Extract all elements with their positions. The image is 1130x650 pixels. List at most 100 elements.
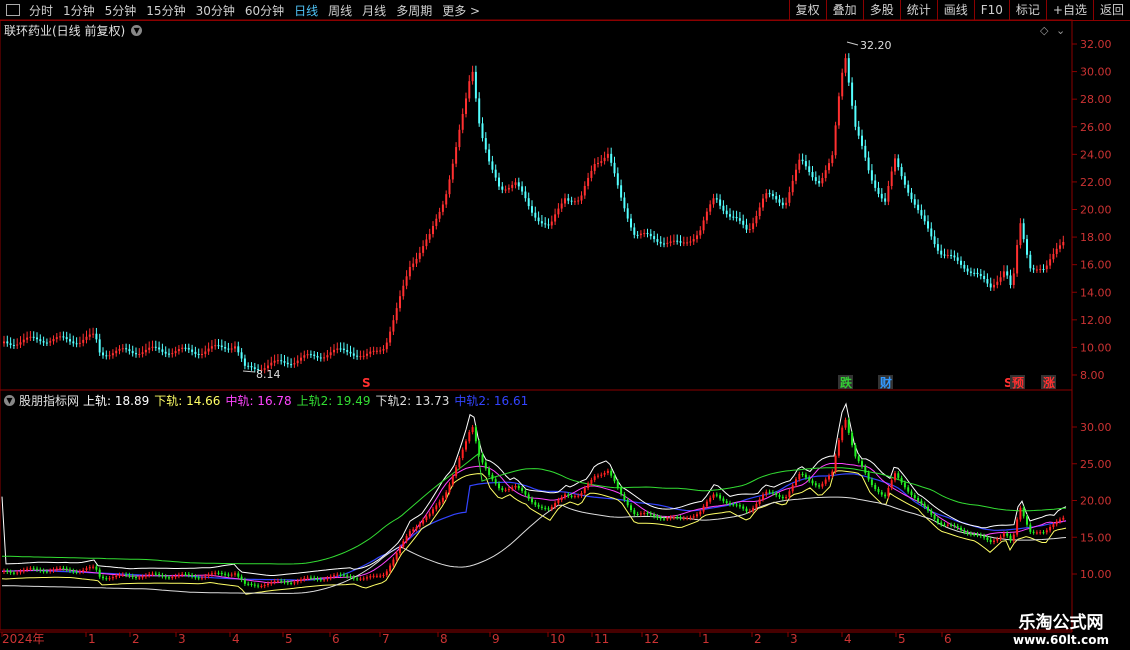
candle-body (85, 336, 88, 340)
signal-marker[interactable]: 跌 (838, 375, 853, 390)
candle-body (847, 58, 850, 83)
candle-body (537, 217, 540, 222)
svg-text:涨: 涨 (1043, 375, 1055, 390)
candle-body (804, 161, 807, 167)
candle-body (969, 271, 972, 273)
candle-body (128, 349, 131, 352)
x-axis-label: 2024年 (2, 632, 45, 646)
candle-body (867, 157, 870, 171)
candle-body (59, 336, 62, 338)
candle-body (768, 193, 771, 195)
candle-body (171, 353, 174, 355)
candle-body (458, 129, 461, 148)
indicator-pane-frame (0, 389, 1073, 631)
candle-body (976, 272, 979, 275)
candle-body (22, 339, 25, 343)
candle-body (936, 244, 939, 251)
candle-body (177, 349, 180, 352)
candle-body (960, 260, 962, 265)
signal-marker[interactable]: 财 (878, 375, 893, 390)
candle-body (181, 347, 184, 350)
candle-body (290, 364, 293, 366)
signal-marker[interactable]: 涨 (1041, 375, 1056, 390)
candle-body (702, 220, 705, 231)
candle-body (861, 135, 863, 146)
candle-body (715, 198, 718, 200)
diamond-icon[interactable]: ◇ (1040, 24, 1049, 37)
candle-body (570, 200, 573, 202)
price-tick-label: 28.00 (1080, 93, 1112, 106)
candle-body (141, 352, 144, 354)
candle-body (49, 341, 52, 343)
candle-body (547, 224, 550, 226)
watermark-url: www.60lt.com (1012, 633, 1110, 647)
indicator-legend: ▼ 股朋指标网 上轨: 18.89 下轨: 14.66 中轨: 16.78 上轨2: … (4, 392, 528, 409)
candle-body (771, 193, 774, 197)
candle-body (471, 71, 474, 82)
candle-body (151, 346, 154, 348)
price-tick-label: 32.00 (1080, 38, 1112, 51)
candle-body (108, 355, 111, 357)
candle-body (395, 308, 398, 321)
candle-body (184, 347, 187, 349)
candle-body (524, 191, 527, 199)
candle-body (689, 241, 692, 243)
candle-body (36, 337, 38, 340)
candle-body (841, 72, 844, 97)
candle-body (1049, 259, 1052, 266)
candle-body (438, 211, 441, 219)
candle-body (247, 365, 250, 367)
candle-body (375, 350, 378, 352)
candle-body (907, 184, 910, 193)
candle-body (554, 214, 557, 222)
x-axis-label: 2 (754, 632, 762, 646)
upper-line (1, 402, 1067, 576)
candle-body (719, 199, 722, 206)
x-axis-label: 4 (844, 632, 852, 646)
chevron-down-icon[interactable]: ▼ (4, 395, 15, 406)
candle-body (550, 221, 553, 226)
candle-body (593, 164, 596, 171)
candle-body (356, 355, 359, 357)
signal-marker[interactable]: 预 (1010, 375, 1025, 390)
candle-body (649, 233, 652, 237)
candle-body (785, 202, 788, 206)
candle-body (484, 138, 487, 150)
candle-body (210, 346, 213, 349)
signal-marker[interactable]: S (362, 376, 371, 390)
candle-body (946, 254, 949, 256)
candle-body (887, 186, 890, 202)
candle-body (296, 360, 299, 364)
indicator-value-4: 下轨2: 13.73 (375, 394, 450, 408)
candle-body (224, 347, 227, 349)
candle-body (686, 242, 689, 244)
chevron-down-icon[interactable]: ⌄ (1056, 24, 1065, 37)
candle-body (989, 283, 992, 288)
candle-body (557, 208, 560, 215)
indicator-value-3: 上轨2: 19.49 (296, 394, 371, 408)
candle-body (636, 234, 639, 236)
candle-body (791, 180, 794, 193)
candle-body (758, 207, 761, 216)
candle-body (191, 349, 194, 352)
candle-body (857, 126, 860, 136)
candle-body (389, 331, 392, 343)
candle-body (217, 345, 220, 347)
high-label: 32.20 (860, 39, 892, 52)
candle-body (534, 212, 537, 218)
candle-body (478, 98, 481, 124)
candle-body (207, 348, 210, 352)
candle-body (560, 203, 563, 209)
candle-body (313, 354, 316, 356)
candle-body (633, 227, 636, 235)
candle-body (544, 223, 547, 225)
candle-body (392, 320, 395, 332)
candle-body (762, 198, 764, 208)
candle-body (709, 204, 712, 212)
candle-body (696, 235, 698, 240)
candle-body (280, 360, 283, 362)
candle-body (230, 348, 233, 350)
kline-chart[interactable]: 32.0030.0028.0026.0024.0022.0020.0018.00… (0, 0, 1130, 650)
candle-body (65, 337, 68, 340)
indicator-tick-label: 10.00 (1080, 568, 1112, 581)
